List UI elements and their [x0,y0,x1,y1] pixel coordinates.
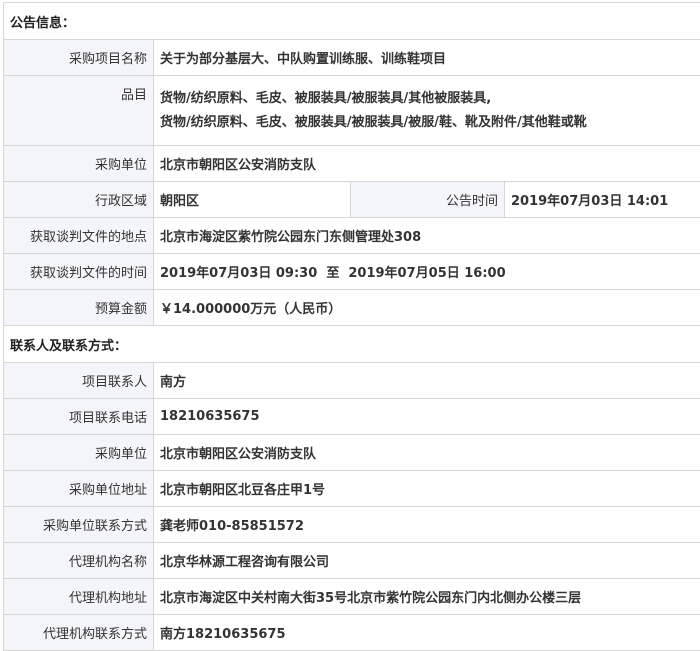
row-agency-contact: 代理机构联系方式 南方18210635675 [4,615,700,651]
agency-contact-label: 代理机构联系方式 [4,615,154,651]
row-agency-name: 代理机构名称 北京华林源工程咨询有限公司 [4,543,700,579]
agency-name-value: 北京华林源工程咨询有限公司 [154,543,700,579]
row-agency-address: 代理机构地址 北京市海淀区中关村南大街35号北京市紫竹院公园东门内北侧办公楼三层 [4,579,700,615]
contact-section-title: 联系人及联系方式： [4,326,700,363]
items-label: 品目 [4,76,154,146]
row-region: 行政区域 朝阳区 公告时间 2019年07月03日 14:01 [4,182,700,218]
row-project-contact: 项目联系人 南方 [4,363,700,399]
project-name-value: 关于为部分基层大、中队购置训练服、训练鞋项目 [154,40,700,76]
region-value: 朝阳区 [154,182,351,218]
row-project-phone: 项目联系电话 18210635675 [4,399,700,435]
budget-value: ￥14.000000万元（人民币） [154,290,700,326]
notice-time-value: 2019年07月03日 14:01 [505,182,700,218]
project-name-label: 采购项目名称 [4,40,154,76]
project-contact-value: 南方 [154,363,700,399]
agency-contact-value: 南方18210635675 [154,615,700,651]
project-phone-label: 项目联系电话 [4,399,154,435]
row-contact-purchaser: 采购单位 北京市朝阳区公安消防支队 [4,435,700,471]
doc-location-value: 北京市海淀区紫竹院公园东门东侧管理处308 [154,218,700,254]
doc-time-value: 2019年07月03日 09:30 至 2019年07月05日 16:00 [154,254,700,290]
region-label: 行政区域 [4,182,154,218]
notice-time-label: 公告时间 [351,182,505,218]
items-value-line1: 货物/纺织原料、毛皮、被服装具/被服装具/其他被服装具, [160,87,698,111]
doc-time-label: 获取谈判文件的时间 [4,254,154,290]
announcement-table: 公告信息： 采购项目名称 关于为部分基层大、中队购置训练服、训练鞋项目 品目 货… [3,2,700,651]
row-budget: 预算金额 ￥14.000000万元（人民币） [4,290,700,326]
row-purchaser-contact: 采购单位联系方式 龚老师010-85851572 [4,507,700,543]
contact-purchaser-label: 采购单位 [4,435,154,471]
purchaser-address-label: 采购单位地址 [4,471,154,507]
items-value-line2: 货物/纺织原料、毛皮、被服装具/被服装具/被服/鞋、靴及附件/其他鞋或靴 [160,111,698,135]
purchaser-contact-label: 采购单位联系方式 [4,507,154,543]
row-doc-time: 获取谈判文件的时间 2019年07月03日 09:30 至 2019年07月05… [4,254,700,290]
row-items: 品目 货物/纺织原料、毛皮、被服装具/被服装具/其他被服装具, 货物/纺织原料、… [4,76,700,146]
doc-location-label: 获取谈判文件的地点 [4,218,154,254]
agency-address-label: 代理机构地址 [4,579,154,615]
row-doc-location: 获取谈判文件的地点 北京市海淀区紫竹院公园东门东侧管理处308 [4,218,700,254]
agency-name-label: 代理机构名称 [4,543,154,579]
purchaser-value: 北京市朝阳区公安消防支队 [154,146,700,182]
budget-label: 预算金额 [4,290,154,326]
purchaser-label: 采购单位 [4,146,154,182]
items-value: 货物/纺织原料、毛皮、被服装具/被服装具/其他被服装具, 货物/纺织原料、毛皮、… [154,76,700,146]
row-purchaser-address: 采购单位地址 北京市朝阳区北豆各庄甲1号 [4,471,700,507]
row-purchaser: 采购单位 北京市朝阳区公安消防支队 [4,146,700,182]
contact-purchaser-value: 北京市朝阳区公安消防支队 [154,435,700,471]
purchaser-address-value: 北京市朝阳区北豆各庄甲1号 [154,471,700,507]
purchaser-contact-value: 龚老师010-85851572 [154,507,700,543]
project-phone-value: 18210635675 [154,399,700,435]
notice-section-title: 公告信息： [4,3,700,40]
project-contact-label: 项目联系人 [4,363,154,399]
agency-address-value: 北京市海淀区中关村南大街35号北京市紫竹院公园东门内北侧办公楼三层 [154,579,700,615]
row-project-name: 采购项目名称 关于为部分基层大、中队购置训练服、训练鞋项目 [4,40,700,76]
